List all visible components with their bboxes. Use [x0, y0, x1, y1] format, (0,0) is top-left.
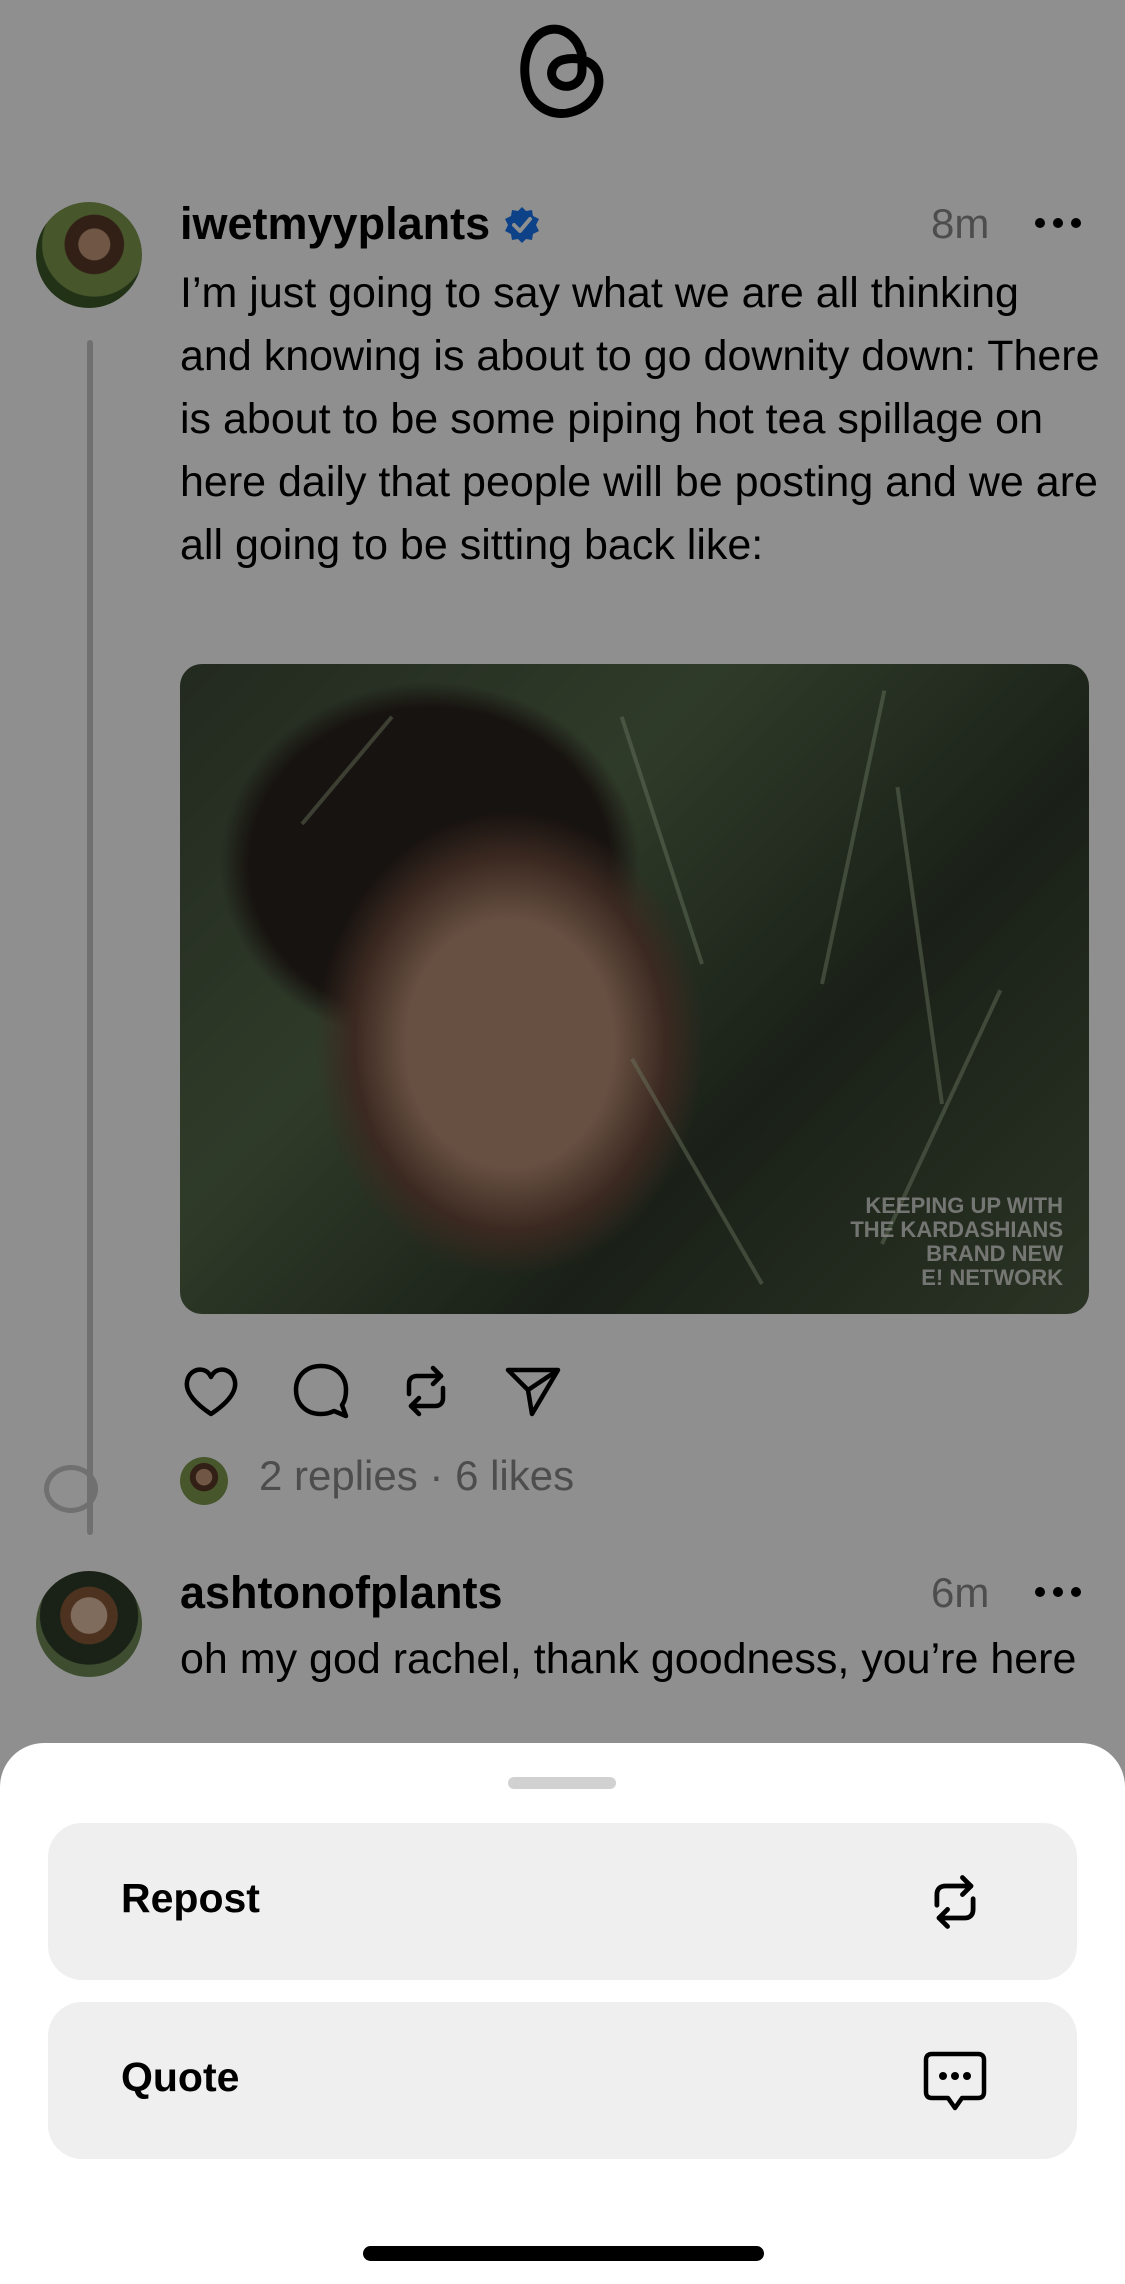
repost-bottom-sheet: Repost Quote: [0, 1743, 1125, 2284]
sheet-grabber[interactable]: [508, 1777, 616, 1789]
threads-screen: iwetmyyplants 8m I’m just going to say w…: [0, 0, 1125, 2284]
quote-option-button[interactable]: Quote: [48, 2002, 1077, 2159]
repost-option-label: Repost: [121, 1875, 260, 1921]
quote-bubble-icon: [923, 2051, 987, 2111]
repost-icon: [934, 1875, 976, 1929]
repost-option-button[interactable]: Repost: [48, 1823, 1077, 1980]
home-indicator[interactable]: [363, 2246, 764, 2261]
quote-option-label: Quote: [121, 2054, 240, 2100]
